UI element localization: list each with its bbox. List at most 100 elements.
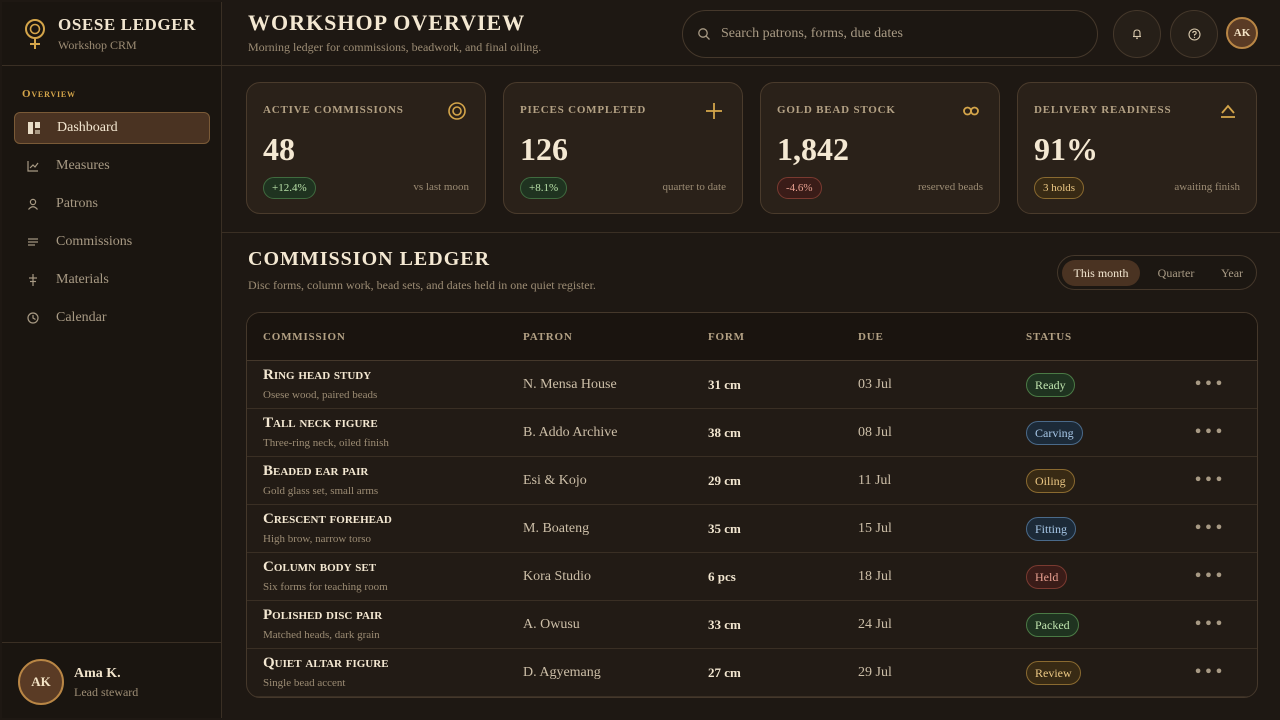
due-cell: 24 Jul xyxy=(858,617,892,632)
brand-logo-icon xyxy=(25,19,45,49)
stat-delta-badge: -4.6% xyxy=(777,177,822,199)
brand: OSESE LEDGER Workshop CRM xyxy=(2,2,222,66)
search-input[interactable] xyxy=(721,26,1081,42)
row-more-button[interactable]: ••• xyxy=(1193,371,1223,395)
page-subtitle: Morning ledger for commissions, beadwork… xyxy=(248,40,542,54)
table-row[interactable]: Ring head study Osese wood, paired beads N… xyxy=(247,361,1257,409)
row-more-button[interactable]: ••• xyxy=(1193,515,1223,539)
sidebar: OSESE LEDGER Workshop CRM Overview Dashb… xyxy=(2,2,222,718)
more-icon: ••• xyxy=(1193,613,1225,633)
more-icon: ••• xyxy=(1193,469,1225,489)
header: WORKSHOP OVERVIEW Morning ledger for com… xyxy=(222,2,1280,66)
page-title: WORKSHOP OVERVIEW xyxy=(248,10,526,35)
stat-note: vs last moon xyxy=(413,181,469,193)
patron-cell: D. Agyemang xyxy=(523,665,601,680)
sidebar-item-measures[interactable]: Measures xyxy=(14,150,210,182)
clock-icon xyxy=(26,311,40,325)
commission-description: Osese wood, paired beads xyxy=(263,389,378,401)
chart-icon xyxy=(26,159,40,173)
row-more-button[interactable]: ••• xyxy=(1193,611,1223,635)
row-more-button[interactable]: ••• xyxy=(1193,659,1223,683)
avatar[interactable]: AK xyxy=(18,659,64,705)
header-avatar[interactable]: AK xyxy=(1226,17,1258,49)
commission-table: COMMISSION PATRON FORM DUE STATUS Ring h… xyxy=(246,312,1258,698)
table-row[interactable]: Polished disc pair Matched heads, dark gr… xyxy=(247,601,1257,649)
patron-cell: B. Addo Archive xyxy=(523,425,618,440)
status-badge: Carving xyxy=(1026,421,1083,445)
due-cell: 03 Jul xyxy=(858,377,892,392)
table-row[interactable]: Crescent forehead High brow, narrow torso… xyxy=(247,505,1257,553)
sidebar-item-label: Dashboard xyxy=(57,120,118,135)
help-icon xyxy=(1187,27,1201,41)
sidebar-item-materials[interactable]: Materials xyxy=(14,264,210,296)
column-header-status[interactable]: STATUS xyxy=(1026,331,1072,343)
target-icon xyxy=(448,102,466,120)
due-cell: 11 Jul xyxy=(858,473,892,488)
stat-card-delivery-readiness: DELIVERY READINESS 91% 3 holds awaiting … xyxy=(1017,82,1257,214)
status-badge: Oiling xyxy=(1026,469,1075,493)
due-cell: 08 Jul xyxy=(858,425,892,440)
commission-title: Polished disc pair xyxy=(263,607,383,623)
form-cell: 31 cm xyxy=(708,377,741,392)
sidebar-item-calendar[interactable]: Calendar xyxy=(14,302,210,334)
table-row[interactable]: Column body set Six forms for teaching ro… xyxy=(247,553,1257,601)
table-row[interactable]: Quiet altar figure Single bead accent D. A… xyxy=(247,649,1257,697)
sidebar-item-label: Patrons xyxy=(56,196,98,211)
patron-cell: N. Mensa House xyxy=(523,377,617,392)
sidebar-item-patrons[interactable]: Patrons xyxy=(14,188,210,220)
status-badge: Held xyxy=(1026,565,1068,589)
user-role: Lead steward xyxy=(74,685,139,699)
column-header-form[interactable]: FORM xyxy=(708,331,745,343)
more-icon: ••• xyxy=(1193,373,1225,393)
row-more-button[interactable]: ••• xyxy=(1193,419,1223,443)
form-cell: 33 cm xyxy=(708,617,741,632)
row-more-button[interactable]: ••• xyxy=(1193,467,1223,491)
table-header: COMMISSION PATRON FORM DUE STATUS xyxy=(247,313,1257,361)
search-bar[interactable] xyxy=(682,10,1098,58)
stat-note: awaiting finish xyxy=(1174,181,1240,193)
patron-cell: A. Owusu xyxy=(523,617,580,632)
commission-description: Six forms for teaching room xyxy=(263,581,388,593)
dashboard-icon xyxy=(27,121,41,135)
stat-label: GOLD BEAD STOCK xyxy=(777,104,896,116)
status-badge: Packed xyxy=(1026,613,1079,637)
patron-cell: M. Boateng xyxy=(523,521,590,536)
search-icon xyxy=(698,28,710,40)
due-cell: 29 Jul xyxy=(858,665,892,680)
help-button[interactable] xyxy=(1170,10,1218,58)
commission-title: Beaded ear pair xyxy=(263,463,369,479)
stat-note: quarter to date xyxy=(662,181,726,193)
brand-subtitle: Workshop CRM xyxy=(58,38,137,52)
stat-card-active-commissions: ACTIVE COMMISSIONS 48 +12.4% vs last moo… xyxy=(246,82,486,214)
row-more-button[interactable]: ••• xyxy=(1193,563,1223,587)
stat-value: 1,842 xyxy=(777,131,849,167)
user-name: Ama K. xyxy=(74,666,121,681)
due-cell: 15 Jul xyxy=(858,521,892,536)
form-cell: 6 pcs xyxy=(708,569,736,584)
patron-cell: Kora Studio xyxy=(523,569,592,584)
column-header-commission[interactable]: COMMISSION xyxy=(263,331,346,343)
period-year[interactable]: Year xyxy=(1210,260,1254,286)
stat-delta-badge: 3 holds xyxy=(1034,177,1085,199)
triangle-icon xyxy=(1221,104,1235,118)
sidebar-item-commissions[interactable]: Commissions xyxy=(14,226,210,258)
sidebar-user[interactable]: AK Ama K. Lead steward xyxy=(2,642,222,718)
period-quarter[interactable]: Quarter xyxy=(1146,260,1206,286)
commission-title: Crescent forehead xyxy=(263,511,392,527)
sidebar-item-dashboard[interactable]: Dashboard xyxy=(14,112,210,144)
stat-card-gold-bead-stock: GOLD BEAD STOCK 1,842 -4.6% reserved bea… xyxy=(760,82,1000,214)
commission-description: High brow, narrow torso xyxy=(263,533,372,545)
commission-description: Three-ring neck, oiled finish xyxy=(263,437,389,449)
column-header-due[interactable]: DUE xyxy=(858,331,884,343)
table-row[interactable]: Beaded ear pair Gold glass set, small arm… xyxy=(247,457,1257,505)
commission-description: Gold glass set, small arms xyxy=(263,485,379,497)
notifications-button[interactable] xyxy=(1113,10,1161,58)
nav-section-label: Overview xyxy=(22,88,76,100)
stat-value: 91% xyxy=(1034,131,1098,167)
table-row[interactable]: Tall neck figure Three-ring neck, oiled f… xyxy=(247,409,1257,457)
column-header-patron[interactable]: PATRON xyxy=(523,331,573,343)
stat-value: 48 xyxy=(263,131,295,167)
period-this-month[interactable]: This month xyxy=(1062,260,1140,286)
section-divider xyxy=(222,232,1280,233)
sidebar-item-label: Materials xyxy=(56,272,109,287)
